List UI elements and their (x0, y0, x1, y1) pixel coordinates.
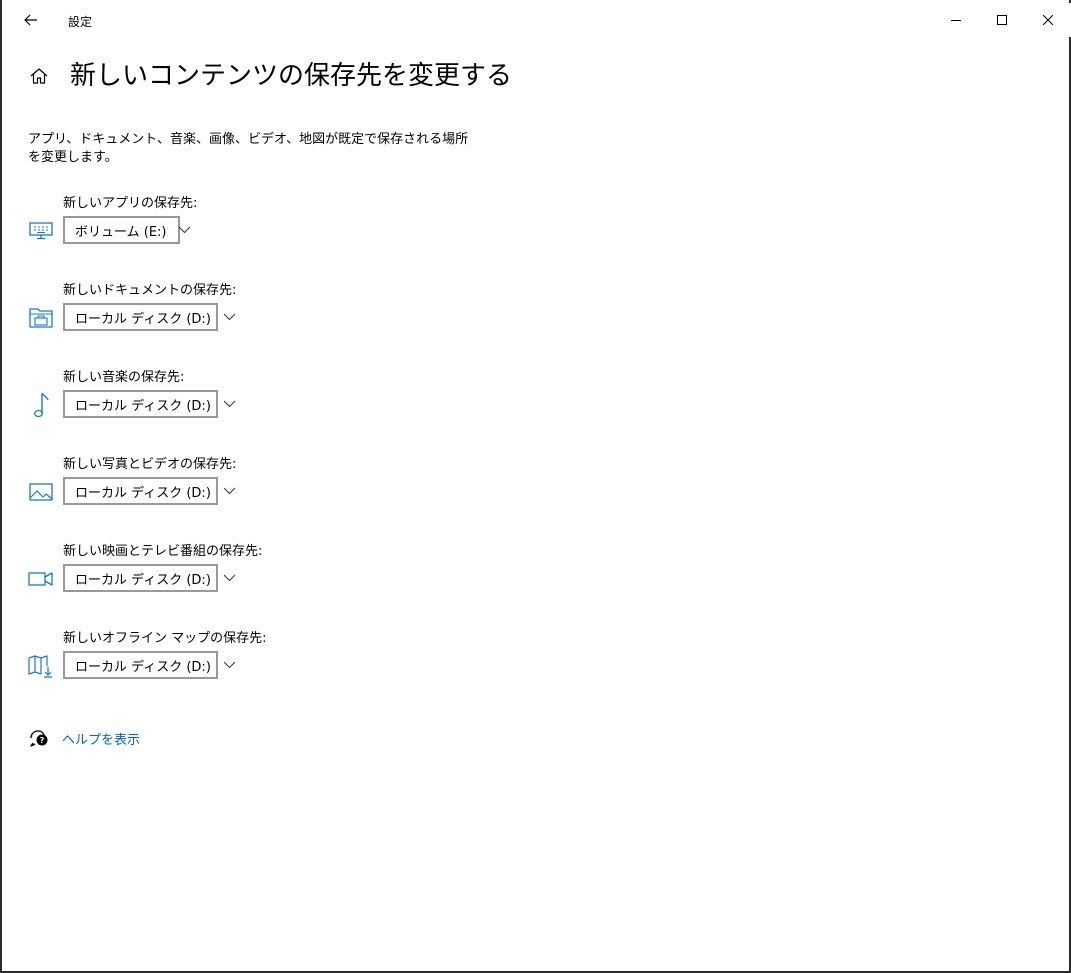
setting-label: 新しい音楽の保存先: (63, 370, 185, 385)
title-bar: 設定 (4, 3, 1071, 37)
setting-new-photos-videos: 新しい写真とビデオの保存先: ローカル ディスク (D:) (28, 453, 428, 523)
setting-label: 新しい映画とテレビ番組の保存先: (63, 544, 263, 559)
maps-location-dropdown[interactable]: ローカル ディスク (D:) (63, 651, 236, 679)
close-button[interactable] (1025, 3, 1071, 37)
dropdown-value: ローカル ディスク (D:) (75, 659, 211, 675)
monitor-icon (28, 218, 54, 244)
dropdown-value: ローカル ディスク (D:) (75, 311, 211, 327)
setting-new-apps: 新しいアプリの保存先: ボリューム (E:) (28, 192, 428, 262)
photo-icon (28, 479, 54, 505)
setting-new-music: 新しい音楽の保存先: ローカル ディスク (D:) (28, 366, 428, 436)
dropdown-value: ローカル ディスク (D:) (75, 485, 211, 501)
photos-location-dropdown[interactable]: ローカル ディスク (D:) (63, 477, 236, 505)
map-download-icon (28, 653, 54, 679)
svg-text:?: ? (40, 736, 45, 745)
home-icon (30, 68, 48, 84)
help-chat-icon: ? (28, 727, 50, 749)
help-link[interactable]: ヘルプを表示 (62, 729, 140, 748)
chevron-down-icon (223, 484, 236, 498)
video-camera-icon (28, 566, 54, 592)
music-note-icon (28, 392, 54, 418)
folder-documents-icon (28, 305, 54, 331)
page-description: アプリ、ドキュメント、音楽、画像、ビデオ、地図が既定で保存される場所を変更します… (28, 132, 469, 165)
chevron-down-icon (223, 310, 236, 324)
dropdown-value: ローカル ディスク (D:) (75, 398, 211, 414)
setting-label: 新しいオフライン マップの保存先: (63, 631, 267, 646)
dropdown-value: ローカル ディスク (D:) (75, 572, 211, 588)
maximize-button[interactable] (979, 3, 1025, 37)
setting-label: 新しいドキュメントの保存先: (63, 283, 237, 298)
help-row: ? ヘルプを表示 (28, 726, 140, 750)
minimize-button[interactable] (933, 3, 979, 37)
window-title: 設定 (68, 15, 93, 29)
chevron-down-icon (223, 571, 236, 585)
chevron-down-icon (223, 658, 236, 672)
apps-location-dropdown[interactable]: ボリューム (E:) (63, 216, 191, 244)
setting-label: 新しいアプリの保存先: (63, 196, 198, 211)
page-header: 新しいコンテンツの保存先を変更する (26, 58, 512, 94)
back-arrow-icon (24, 14, 37, 26)
setting-label: 新しい写真とビデオの保存先: (63, 457, 237, 472)
back-button[interactable] (14, 3, 48, 37)
minimize-icon (951, 20, 961, 21)
maximize-icon (997, 15, 1007, 25)
home-button[interactable] (26, 63, 52, 89)
settings-window: 設定 新しいコンテンツの保存先を変更する アプリ、ドキュメント、音楽、画像、ビデ… (0, 0, 1071, 973)
dropdown-value: ボリューム (E:) (75, 224, 167, 240)
music-location-dropdown[interactable]: ローカル ディスク (D:) (63, 390, 236, 418)
chevron-down-icon (178, 223, 191, 237)
chevron-down-icon (223, 397, 236, 411)
setting-new-documents: 新しいドキュメントの保存先: ローカル ディスク (D:) (28, 279, 428, 349)
movies-location-dropdown[interactable]: ローカル ディスク (D:) (63, 564, 236, 592)
page-title: 新しいコンテンツの保存先を変更する (70, 61, 513, 91)
setting-new-movies-tv: 新しい映画とテレビ番組の保存先: ローカル ディスク (D:) (28, 540, 428, 610)
setting-new-offline-maps: 新しいオフライン マップの保存先: ローカル ディスク (D:) (28, 627, 428, 697)
close-icon (1043, 15, 1053, 25)
documents-location-dropdown[interactable]: ローカル ディスク (D:) (63, 303, 236, 331)
